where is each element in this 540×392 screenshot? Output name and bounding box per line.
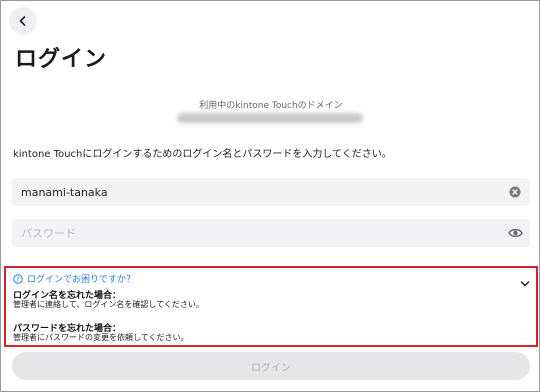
back-button[interactable] <box>9 7 37 35</box>
username-input[interactable] <box>12 178 530 206</box>
clear-circle-icon[interactable] <box>507 184 523 200</box>
eye-icon[interactable] <box>507 225 523 241</box>
forgot-username-text: 管理者に連絡して、ログイン名を確認してください。 <box>13 300 204 309</box>
help-circle-icon: ? <box>13 273 23 284</box>
username-field[interactable] <box>12 178 530 206</box>
domain-caption: 利用中のkintone Touchのドメイン <box>199 101 343 111</box>
page-title: ログイン <box>15 47 108 72</box>
instruction-text: kintone Touchにログインするためのログイン名とパスワードを入力してく… <box>13 149 392 160</box>
chevron-left-icon <box>19 16 26 26</box>
chevron-down-icon[interactable] <box>520 273 530 292</box>
password-field[interactable] <box>12 219 530 247</box>
login-button[interactable]: ログイン <box>12 352 530 380</box>
domain-value-blurred <box>177 113 363 123</box>
login-help-toggle-label: ログインでお困りですか？ <box>27 275 136 285</box>
login-screen: ログイン 利用中のkintone Touchのドメイン kintone Touc… <box>0 0 540 392</box>
svg-text:?: ? <box>16 275 20 283</box>
login-help-panel: ? ログインでお困りですか？ ログイン名を忘れた場合： 管理者に連絡して、ログイ… <box>4 266 538 347</box>
password-input[interactable] <box>12 219 530 247</box>
login-help-toggle[interactable]: ? ログインでお困りですか？ <box>13 272 135 285</box>
forgot-password-text: 管理者にパスワードの変更を依頼してください。 <box>13 333 189 342</box>
